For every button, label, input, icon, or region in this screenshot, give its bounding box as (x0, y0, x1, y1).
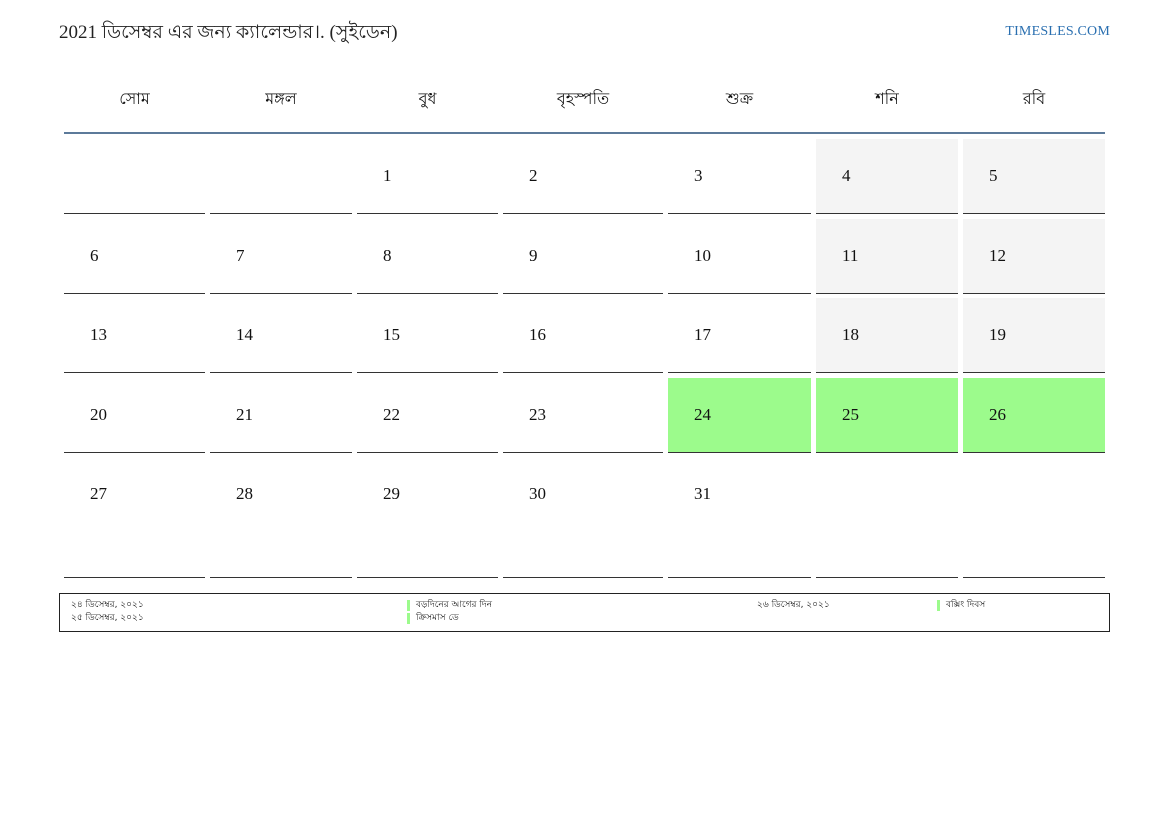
day-number: 2 (529, 166, 538, 185)
weekday-fri: শুক্র (725, 89, 754, 108)
day-cell: 6 (64, 219, 205, 294)
day-number: 27 (90, 484, 107, 503)
day-number: 23 (529, 405, 546, 424)
day-number: 1 (383, 166, 392, 185)
day-number: 3 (694, 166, 703, 185)
day-number: 11 (842, 246, 859, 265)
legend-holiday-name: বক্সিং দিবস (946, 600, 986, 610)
legend-date: ২৬ ডিসেম্বর, ২০২১ (757, 600, 830, 610)
day-cell: 1 (357, 139, 498, 214)
day-cell: 31 (668, 457, 811, 578)
day-cell: 23 (503, 378, 663, 453)
day-cell: 12 (963, 219, 1105, 294)
day-cell: 29 (357, 457, 498, 578)
day-number: 15 (383, 325, 400, 344)
day-number: 14 (236, 325, 253, 344)
legend-color-swatch (937, 600, 940, 611)
day-number: 28 (236, 484, 253, 503)
empty-day-cell (963, 457, 1105, 578)
day-number: 30 (529, 484, 546, 503)
day-cell: 16 (503, 298, 663, 373)
day-cell: 7 (210, 219, 352, 294)
day-number: 7 (236, 246, 245, 265)
day-cell: 26 (963, 378, 1105, 453)
day-number: 17 (694, 325, 711, 344)
weekday-mon: সোম (119, 89, 150, 108)
day-number: 12 (989, 246, 1006, 265)
legend-color-swatch (407, 613, 410, 624)
day-cell: 21 (210, 378, 352, 453)
legend-date: ২৪ ডিসেম্বর, ২০২১ (71, 600, 144, 610)
day-number: 26 (989, 405, 1006, 424)
weekday-sat: শনি (875, 89, 899, 108)
day-cell: 24 (668, 378, 811, 453)
day-number: 4 (842, 166, 851, 185)
weekday-thu: বৃহস্পতি (556, 89, 610, 108)
day-number: 22 (383, 405, 400, 424)
day-cell: 13 (64, 298, 205, 373)
day-number: 6 (90, 246, 99, 265)
site-link[interactable]: TIMESLES.COM (1005, 24, 1110, 40)
day-cell: 9 (503, 219, 663, 294)
day-cell: 30 (503, 457, 663, 578)
day-number: 13 (90, 325, 107, 344)
day-cell: 19 (963, 298, 1105, 373)
day-number: 16 (529, 325, 546, 344)
day-number: 8 (383, 246, 392, 265)
day-cell: 15 (357, 298, 498, 373)
weekday-header: সোম মঙ্গল বুধ বৃহস্পতি শুক্র শনি রবি (64, 80, 1105, 134)
day-number: 5 (989, 166, 998, 185)
weekday-sun: রবি (1022, 89, 1046, 108)
day-number: 10 (694, 246, 711, 265)
day-cell: 27 (64, 457, 205, 578)
day-cell: 22 (357, 378, 498, 453)
legend-date: ২৫ ডিসেম্বর, ২০২১ (71, 613, 144, 623)
day-cell: 8 (357, 219, 498, 294)
day-cell: 28 (210, 457, 352, 578)
legend-color-swatch (407, 600, 410, 611)
day-number: 20 (90, 405, 107, 424)
day-number: 24 (694, 405, 711, 424)
day-number: 21 (236, 405, 253, 424)
holiday-legend: ২৪ ডিসেম্বর, ২০২১ বড়দিনের আগের দিন ২৫ ড… (59, 593, 1110, 632)
day-cell: 14 (210, 298, 352, 373)
day-cell: 10 (668, 219, 811, 294)
day-number: 31 (694, 484, 711, 503)
day-cell: 18 (816, 298, 958, 373)
day-number: 18 (842, 325, 859, 344)
empty-day-cell (64, 139, 205, 214)
day-number: 29 (383, 484, 400, 503)
legend-holiday-name: বড়দিনের আগের দিন (416, 600, 493, 610)
day-cell: 25 (816, 378, 958, 453)
day-cell: 5 (963, 139, 1105, 214)
day-cell: 20 (64, 378, 205, 453)
day-cell: 3 (668, 139, 811, 214)
day-cell: 17 (668, 298, 811, 373)
day-cell: 4 (816, 139, 958, 214)
day-number: 19 (989, 325, 1006, 344)
weekday-tue: মঙ্গল (265, 89, 297, 108)
day-number: 25 (842, 405, 859, 424)
empty-day-cell (210, 139, 352, 214)
day-cell: 2 (503, 139, 663, 214)
weekday-wed: বুধ (418, 89, 437, 108)
legend-holiday-name: ক্রিসমাস ডে (416, 613, 459, 623)
empty-day-cell (816, 457, 958, 578)
day-number: 9 (529, 246, 538, 265)
day-cell: 11 (816, 219, 958, 294)
page-title: 2021 ডিসেম্বর এর জন্য ক্যালেন্ডার।. (সুই… (59, 22, 398, 43)
